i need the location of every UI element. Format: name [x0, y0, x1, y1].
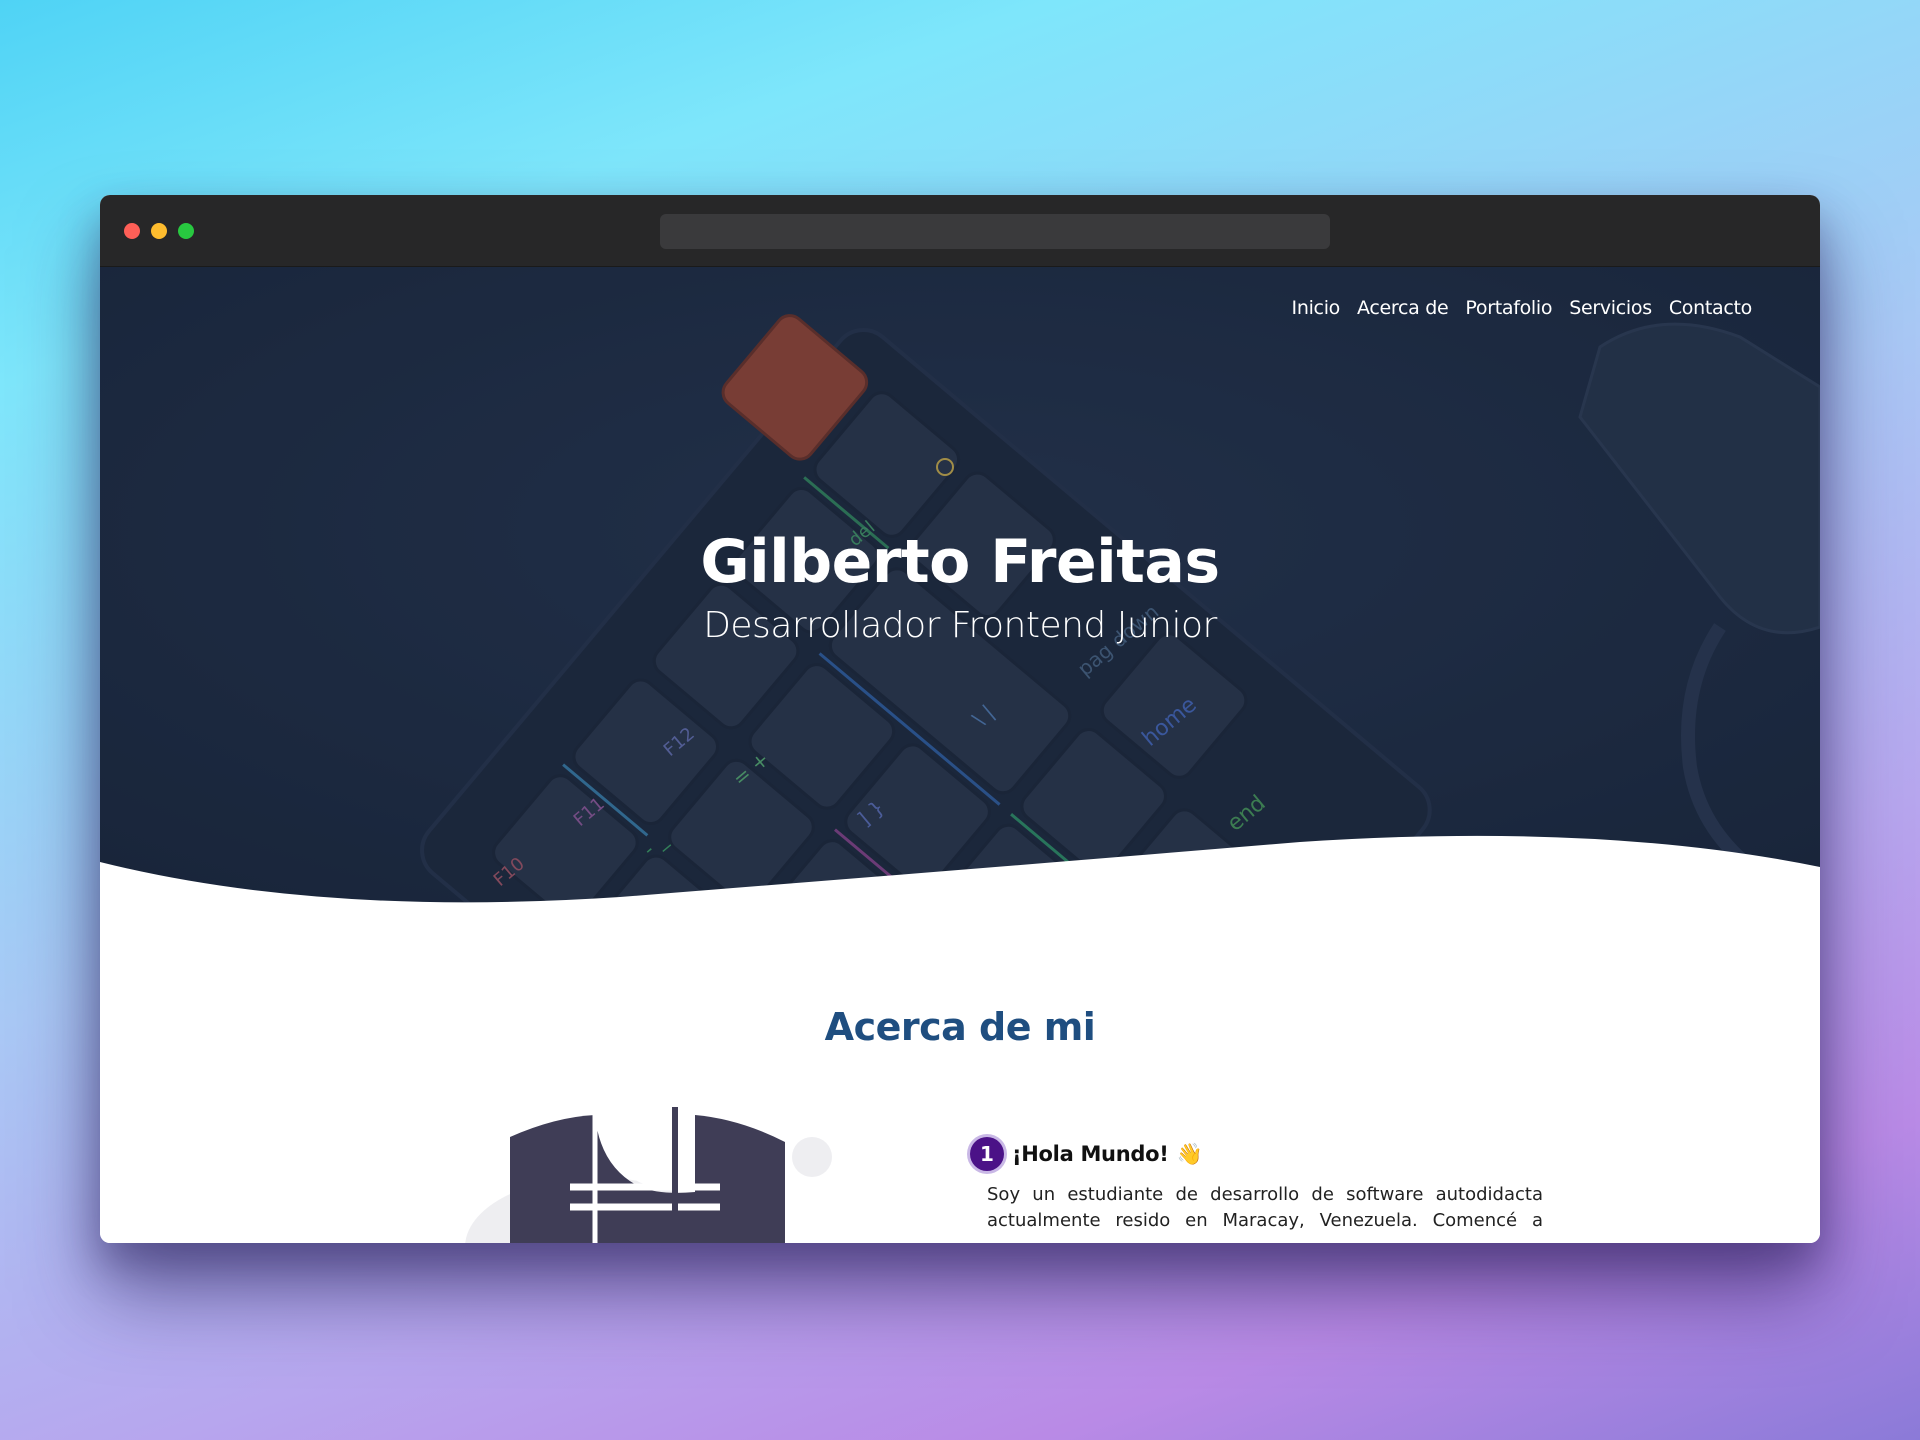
hero-subtitle: Desarrollador Frontend Junior: [703, 605, 1217, 646]
hero-section: F10 F11 F12 home end pag down del - _ = …: [100, 267, 1820, 927]
about-title: Acerca de mi: [824, 1005, 1096, 1049]
about-step: 1 ¡Hola Mundo! 👋: [970, 1137, 1203, 1171]
close-window-button[interactable]: [124, 223, 140, 239]
address-bar[interactable]: [660, 214, 1330, 249]
maximize-window-button[interactable]: [178, 223, 194, 239]
nav-link-contacto[interactable]: Contacto: [1669, 297, 1752, 319]
nav-link-acerca-de[interactable]: Acerca de: [1357, 297, 1449, 319]
keyboard-background-image: F10 F11 F12 home end pag down del - _ = …: [100, 267, 1820, 927]
browser-titlebar: [100, 195, 1820, 267]
browser-window: F10 F11 F12 home end pag down del - _ = …: [100, 195, 1820, 1243]
nav-link-inicio[interactable]: Inicio: [1292, 297, 1341, 319]
hero-title: Gilberto Freitas: [700, 527, 1220, 597]
waving-hand-icon: 👋: [1176, 1141, 1203, 1166]
about-paragraph: Soy un estudiante de desarrollo de softw…: [987, 1184, 1543, 1231]
minimize-window-button[interactable]: [151, 223, 167, 239]
about-section: Acerca de mi 1 ¡Hola Mundo! 👋 Soy un est…: [100, 927, 1820, 1243]
about-illustration: [465, 1107, 832, 1243]
nav-link-servicios[interactable]: Servicios: [1569, 297, 1652, 319]
nav-link-portafolio[interactable]: Portafolio: [1465, 297, 1552, 319]
step-title: ¡Hola Mundo!: [1012, 1142, 1169, 1166]
main-nav: Inicio Acerca de Portafolio Servicios Co…: [1292, 297, 1753, 319]
step-number-badge: 1: [970, 1137, 1004, 1171]
